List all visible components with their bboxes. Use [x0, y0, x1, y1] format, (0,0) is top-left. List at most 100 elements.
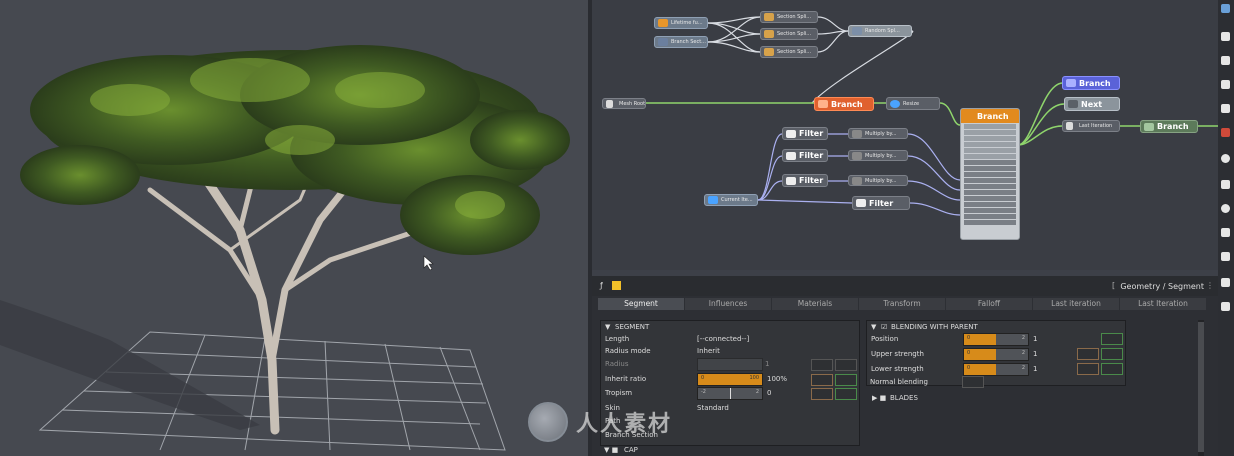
tool-icon[interactable]: [1221, 252, 1230, 261]
length-value[interactable]: [--connected--]: [697, 335, 749, 343]
section-collapse-icon[interactable]: ▼: [871, 323, 876, 331]
node-branch-right[interactable]: Branch: [1140, 120, 1198, 133]
node-port[interactable]: [964, 130, 1016, 135]
lower-strength-slider[interactable]: 02: [963, 363, 1029, 376]
node-port[interactable]: [964, 154, 1016, 159]
node-multiply-3[interactable]: Multiply by...: [848, 175, 908, 186]
node-resize[interactable]: Resize: [886, 97, 940, 110]
node-lifetime[interactable]: Lifetime fu...: [654, 17, 708, 29]
curve-button[interactable]: [811, 374, 833, 386]
node-port[interactable]: [964, 178, 1016, 183]
blades-expand-icon[interactable]: ▶ ■: [872, 394, 886, 402]
tab-last-iteration[interactable]: Last iteration: [1033, 298, 1119, 310]
normal-blending-toggle[interactable]: [962, 376, 984, 388]
scrollbar-thumb[interactable]: [1198, 322, 1204, 452]
blending-section-title: BLENDING WITH PARENT: [891, 323, 978, 331]
curve-button[interactable]: [1077, 363, 1099, 375]
upper-strength-slider[interactable]: 02: [963, 348, 1029, 361]
tool-icon[interactable]: [1221, 104, 1230, 113]
radius-slider[interactable]: [697, 358, 763, 371]
image-icon[interactable]: [1221, 4, 1230, 13]
node-filter-4[interactable]: Filter: [852, 196, 910, 210]
breadcrumb: Geometry / Segment: [1120, 282, 1204, 291]
node-port[interactable]: [964, 184, 1016, 189]
tree-render: [0, 45, 570, 451]
tool-icon[interactable]: [1221, 80, 1230, 89]
tool-icon[interactable]: [1221, 56, 1230, 65]
node-type-icon: [764, 48, 774, 56]
tool-icon[interactable]: [1221, 228, 1230, 237]
tool-icon[interactable]: [1221, 180, 1230, 189]
node-port[interactable]: [964, 208, 1016, 213]
node-filter-3[interactable]: Filter: [782, 174, 828, 187]
node-branch-section[interactable]: Branch Sect...: [654, 36, 708, 48]
skin-value[interactable]: Standard: [697, 404, 729, 412]
node-port[interactable]: [964, 166, 1016, 171]
node-branch-main[interactable]: Branch: [814, 97, 874, 111]
tropism-slider[interactable]: -2 2: [697, 387, 763, 400]
map-button[interactable]: [1101, 348, 1123, 360]
node-next[interactable]: Next: [1064, 97, 1120, 111]
node-section-split-1[interactable]: Section Spli...: [760, 11, 818, 23]
node-port[interactable]: [964, 172, 1016, 177]
node-current-iteration[interactable]: Current Ite...: [704, 194, 758, 206]
tool-icon[interactable]: [1221, 278, 1230, 287]
node-port[interactable]: [964, 220, 1016, 225]
more-icon[interactable]: ⋮: [1206, 281, 1214, 290]
inherit-ratio-slider[interactable]: 0 100: [697, 373, 763, 386]
node-filter-1[interactable]: Filter: [782, 127, 828, 140]
radius-mode-value[interactable]: Inherit: [697, 347, 720, 355]
map-button[interactable]: [835, 374, 857, 386]
node-random-split[interactable]: Random Spl...: [848, 25, 912, 37]
3d-viewport[interactable]: [0, 0, 588, 456]
node-port[interactable]: [964, 160, 1016, 165]
curve-button[interactable]: [811, 359, 833, 371]
node-mesh-root[interactable]: Mesh Root: [602, 98, 646, 109]
node-port[interactable]: [964, 190, 1016, 195]
node-section-split-2[interactable]: Section Spli...: [760, 28, 818, 40]
tool-icon[interactable]: [1221, 302, 1230, 311]
map-button[interactable]: [1101, 333, 1123, 345]
blending-checkbox[interactable]: ☑: [881, 323, 887, 331]
node-port[interactable]: [964, 202, 1016, 207]
curve-button[interactable]: [1077, 348, 1099, 360]
node-type-icon: [658, 38, 668, 46]
map-button[interactable]: [1101, 363, 1123, 375]
node-port[interactable]: [964, 148, 1016, 153]
node-multiply-1[interactable]: Multiply by...: [848, 128, 908, 139]
node-graph[interactable]: Lifetime fu... Branch Sect... Section Sp…: [592, 0, 1218, 270]
tab-segment[interactable]: Segment: [598, 298, 684, 310]
function-icon: ƒ: [600, 281, 603, 290]
node-last-iteration[interactable]: Last Iteration: [1062, 120, 1120, 132]
tool-icon[interactable]: [1221, 154, 1230, 163]
tab-influences[interactable]: Influences: [685, 298, 771, 310]
tab-last-iteration-2[interactable]: Last Iteration: [1120, 298, 1206, 310]
blades-section-title: BLADES: [890, 394, 918, 402]
node-port[interactable]: [964, 142, 1016, 147]
tab-falloff[interactable]: Falloff: [946, 298, 1032, 310]
node-branch-top[interactable]: Branch: [1062, 76, 1120, 90]
cap-collapse-icon[interactable]: ▼ ■: [604, 446, 618, 454]
node-section-split-3[interactable]: Section Spli...: [760, 46, 818, 58]
node-port[interactable]: [964, 124, 1016, 129]
tool-icon[interactable]: [1221, 32, 1230, 41]
section-collapse-icon[interactable]: ▼: [605, 323, 610, 331]
node-filter-2[interactable]: Filter: [782, 149, 828, 162]
position-label: Position: [871, 335, 899, 343]
map-button[interactable]: [835, 388, 857, 400]
position-slider[interactable]: 02: [963, 333, 1029, 346]
node-port[interactable]: [964, 196, 1016, 201]
filter-icon: [786, 176, 796, 185]
map-button[interactable]: [835, 359, 857, 371]
tool-icon[interactable]: [1221, 204, 1230, 213]
panel-scrollbar[interactable]: [1198, 320, 1204, 456]
node-port[interactable]: [964, 136, 1016, 141]
node-branch-selected[interactable]: Branch: [960, 108, 1020, 240]
tab-materials[interactable]: Materials: [772, 298, 858, 310]
tab-transform[interactable]: Transform: [859, 298, 945, 310]
node-multiply-2[interactable]: Multiply by...: [848, 150, 908, 161]
curve-button[interactable]: [811, 388, 833, 400]
node-color-swatch[interactable]: [612, 281, 621, 290]
node-port[interactable]: [964, 214, 1016, 219]
record-icon[interactable]: [1221, 128, 1230, 137]
